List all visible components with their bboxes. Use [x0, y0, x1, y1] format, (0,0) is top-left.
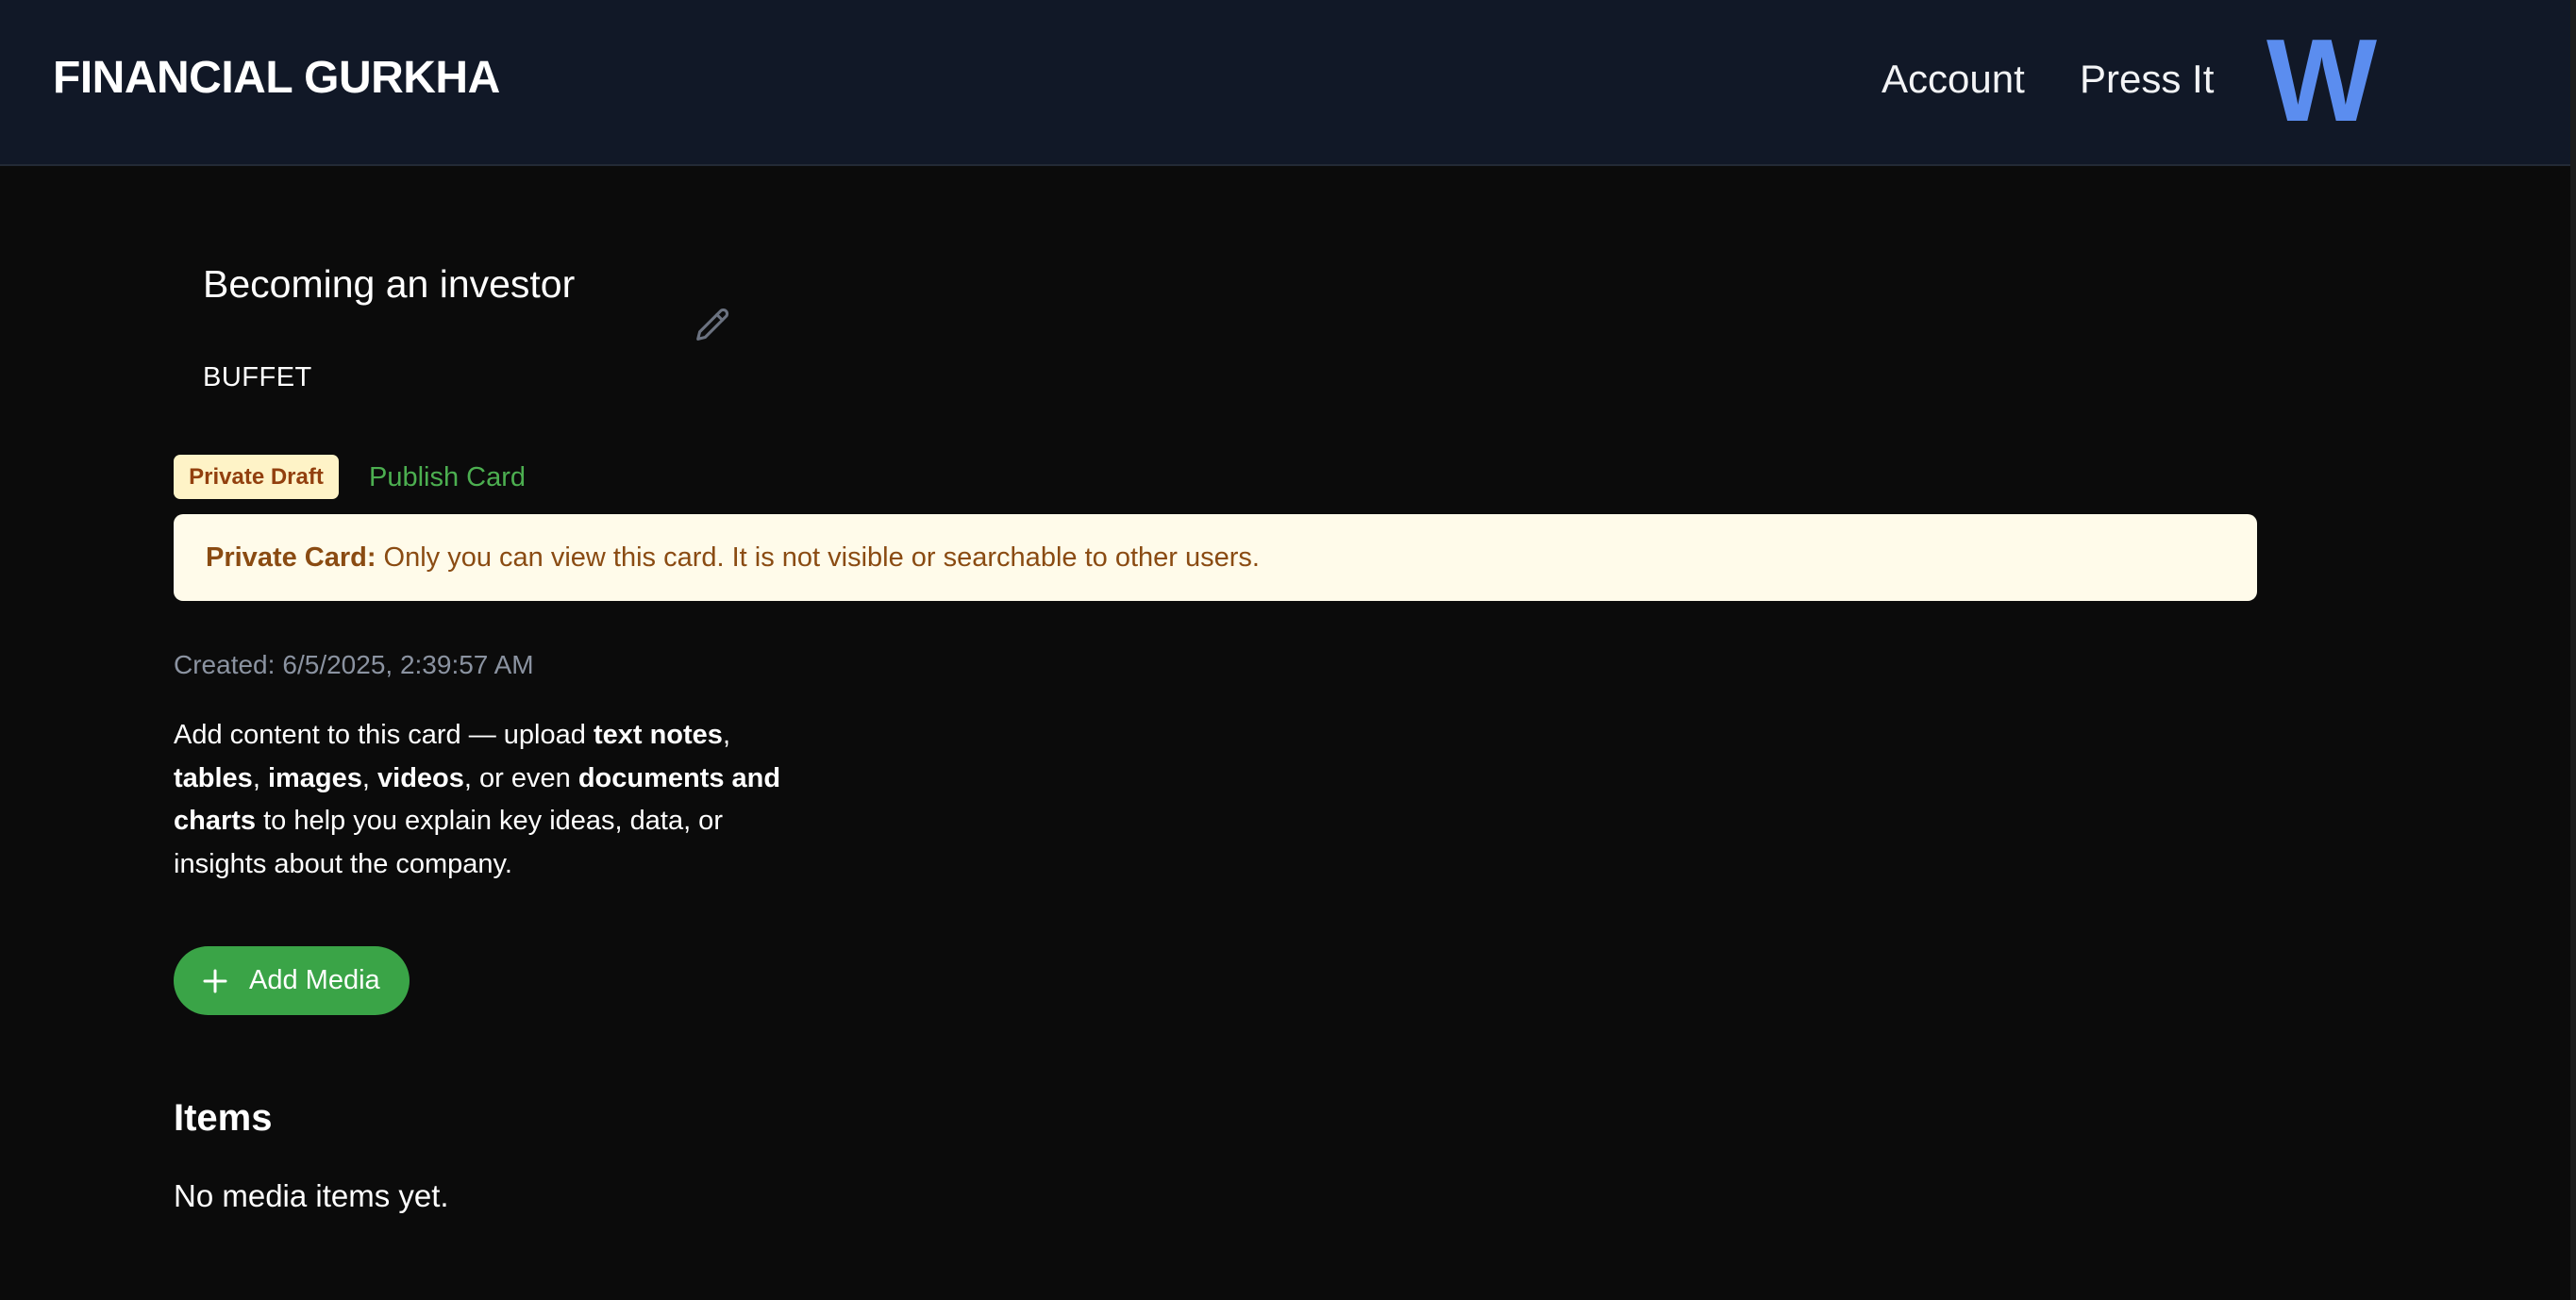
description-text: to help you explain key ideas, data, or …: [174, 806, 723, 879]
description-text: ,: [252, 762, 268, 793]
brand-logo-text[interactable]: FINANCIAL GURKHA: [53, 50, 500, 107]
description-emphasis: images: [267, 762, 362, 793]
created-label: Created:: [174, 650, 276, 679]
private-card-notice: Private Card: Only you can view this car…: [174, 514, 2257, 601]
add-media-label: Add Media: [249, 965, 380, 995]
items-heading: Items: [174, 1097, 273, 1139]
created-timestamp: Created: 6/5/2025, 2:39:57 AM: [174, 647, 534, 683]
pencil-icon[interactable]: [691, 305, 734, 348]
nav-press-it-link[interactable]: Press It: [2080, 53, 2214, 106]
card-subtitle: BUFFET: [203, 362, 312, 392]
items-empty-state: No media items yet.: [174, 1178, 449, 1213]
description-text: ,: [722, 720, 730, 750]
created-value: 6/5/2025, 2:39:57 AM: [282, 650, 534, 679]
add-media-button[interactable]: Add Media: [174, 946, 410, 1015]
page: FINANCIAL GURKHA Account Press It W Beco…: [0, 0, 2576, 1300]
plus-icon: [202, 968, 228, 994]
private-draft-badge: Private Draft: [174, 455, 339, 499]
nav-account-link[interactable]: Account: [1882, 53, 2025, 106]
top-navigation-bar: FINANCIAL GURKHA Account Press It W: [0, 0, 2570, 166]
description-text: ,: [361, 762, 378, 793]
w-logo-icon[interactable]: W: [2267, 19, 2377, 143]
description-emphasis: videos: [377, 762, 464, 793]
card-title: Becoming an investor: [203, 262, 576, 306]
description-text: Add content to this card — upload: [174, 720, 594, 750]
scrollbar-track[interactable]: [2570, 0, 2576, 1300]
card-description: Add content to this card — upload text n…: [174, 714, 787, 886]
description-emphasis: text notes: [593, 720, 723, 750]
description-text: , or even: [463, 762, 578, 793]
description-emphasis: tables: [174, 762, 253, 793]
notice-label: Private Card:: [206, 542, 376, 573]
publish-card-link[interactable]: Publish Card: [369, 458, 526, 496]
notice-text: Only you can view this card. It is not v…: [383, 542, 1260, 573]
